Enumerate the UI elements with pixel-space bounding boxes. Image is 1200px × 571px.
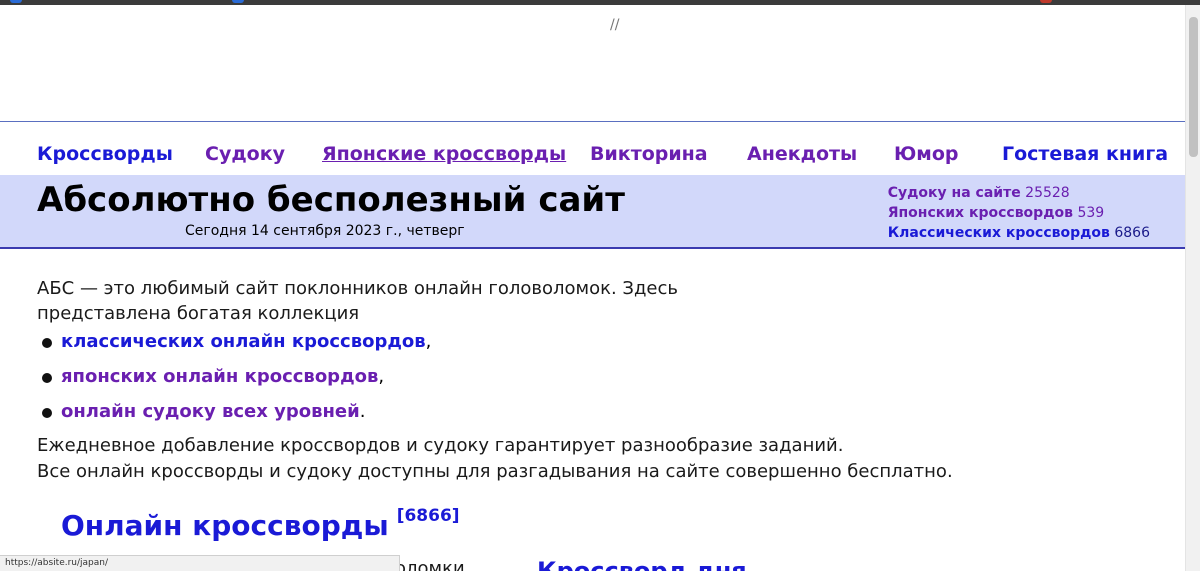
nav-humor[interactable]: Юмор (894, 143, 959, 165)
stat-count: 6866 (1114, 225, 1150, 241)
intro-line: Ежедневное добавление кроссвордов и судо… (37, 435, 844, 456)
nav-guestbook[interactable]: Гостевая книга (1002, 143, 1168, 165)
main-nav: Кроссворды Судоку Японские кроссворды Ви… (0, 121, 1185, 175)
stat-sudoku-link[interactable]: Судоку на сайте (888, 185, 1021, 201)
tab-indicator (10, 0, 22, 3)
sudoku-link[interactable]: онлайн судоку всех уровней (61, 401, 360, 422)
intro-text: АБС — это любимый сайт поклонников онлай… (37, 278, 678, 324)
comment-mark: // (610, 17, 620, 33)
list-punct: , (425, 331, 432, 352)
tab-indicator (1040, 0, 1052, 3)
online-crosswords-link[interactable]: Онлайн кроссворды (61, 509, 389, 542)
partial-text: оломки (395, 558, 465, 571)
nav-jokes[interactable]: Анекдоты (747, 143, 857, 165)
list-punct: , (378, 366, 385, 387)
stat-row: Классических кроссвордов 6866 (888, 223, 1150, 243)
bullet-icon (42, 338, 52, 348)
site-title: Абсолютно бесполезный сайт (37, 180, 625, 220)
stat-row: Японских кроссвордов 539 (888, 203, 1150, 223)
section-heading: Онлайн кроссворды [6866] (61, 506, 460, 542)
site-stats: Судоку на сайте 25528 Японских кроссворд… (888, 183, 1150, 243)
tab-indicator (232, 0, 244, 3)
nav-quiz[interactable]: Викторина (590, 143, 708, 165)
nav-japanese-crosswords[interactable]: Японские кроссворды (322, 143, 566, 165)
link-status-bar: https://absite.ru/japan/ (0, 555, 400, 571)
stat-count: 25528 (1025, 185, 1070, 201)
bullet-icon (42, 373, 52, 383)
nav-crosswords[interactable]: Кроссворды (37, 143, 173, 165)
nav-sudoku[interactable]: Судоку (205, 143, 285, 165)
intro-line: Все онлайн кроссворды и судоку доступны … (37, 461, 953, 482)
vertical-scrollbar[interactable] (1185, 5, 1200, 571)
scrollbar-thumb[interactable] (1189, 17, 1198, 157)
intro-paragraph: Ежедневное добавление кроссвордов и судо… (37, 433, 953, 485)
list-punct: . (359, 401, 366, 422)
stat-count: 539 (1077, 205, 1105, 221)
bullet-icon (42, 408, 52, 418)
crossword-of-day-heading[interactable]: Кроссворд дня (537, 557, 747, 571)
japanese-crosswords-link[interactable]: японских онлайн кроссвордов (61, 366, 378, 387)
classic-crosswords-link[interactable]: классических онлайн кроссвордов (61, 331, 426, 352)
stat-classic-link[interactable]: Классических кроссвордов (888, 225, 1110, 241)
header-banner: Абсолютно бесполезный сайт Сегодня 14 се… (0, 175, 1185, 249)
stat-row: Судоку на сайте 25528 (888, 183, 1150, 203)
page-viewport: // Кроссворды Судоку Японские кроссворды… (0, 5, 1185, 571)
section-count: [6866] (396, 506, 460, 526)
stat-japanese-link[interactable]: Японских кроссвордов (888, 205, 1073, 221)
current-date: Сегодня 14 сентября 2023 г., четверг (185, 223, 465, 239)
